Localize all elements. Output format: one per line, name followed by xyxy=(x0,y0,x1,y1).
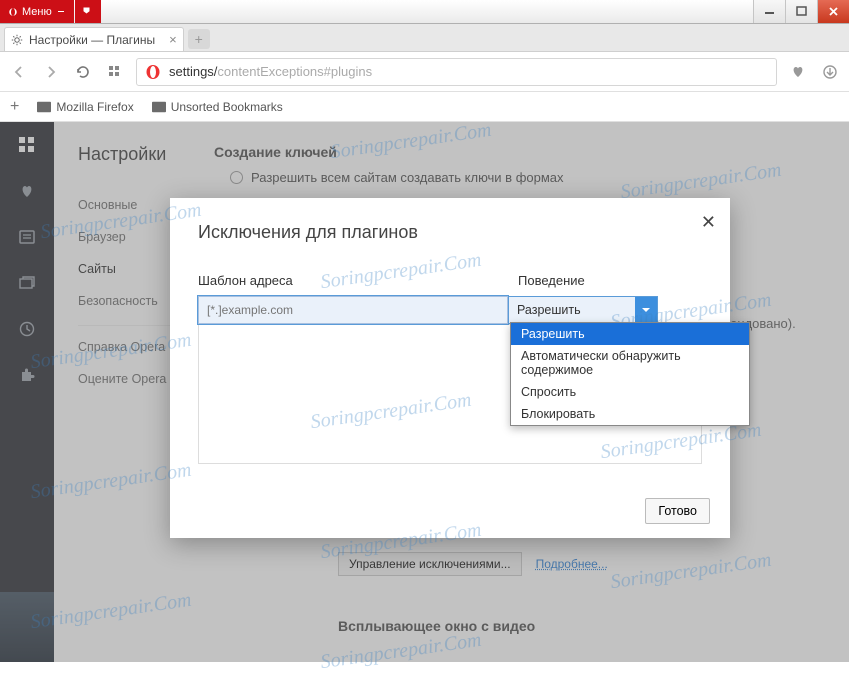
gear-icon xyxy=(11,34,23,46)
minimize-button[interactable] xyxy=(753,0,785,23)
modal-close-button[interactable]: ✕ xyxy=(701,212,716,233)
back-button[interactable] xyxy=(8,61,30,83)
address-text: settings/contentExceptions#plugins xyxy=(169,64,372,79)
address-pattern-label: Шаблон адреса xyxy=(198,273,518,288)
modal-title: Исключения для плагинов xyxy=(198,222,702,243)
new-tab-button[interactable]: + xyxy=(188,29,210,49)
behavior-select[interactable]: Разрешить xyxy=(508,296,658,324)
reload-button[interactable] xyxy=(72,61,94,83)
address-bar[interactable]: settings/contentExceptions#plugins xyxy=(136,58,777,86)
tab-title: Настройки — Плагины xyxy=(29,33,155,47)
opera-icon xyxy=(145,64,161,80)
maximize-button[interactable] xyxy=(785,0,817,23)
close-tab-icon[interactable]: × xyxy=(169,32,177,47)
bookmark-unsorted[interactable]: Unsorted Bookmarks xyxy=(152,100,283,114)
window-titlebar: Меню xyxy=(0,0,849,24)
add-bookmark-button[interactable]: + xyxy=(10,98,19,116)
option-autodetect[interactable]: Автоматически обнаружить содержимое xyxy=(511,345,749,381)
behavior-dropdown: Разрешить Автоматически обнаружить содер… xyxy=(510,322,750,426)
speed-dial-tab[interactable] xyxy=(75,0,101,23)
behavior-label: Поведение xyxy=(518,273,702,288)
tab-settings[interactable]: Настройки — Плагины × xyxy=(4,27,184,51)
forward-button[interactable] xyxy=(40,61,62,83)
menu-button[interactable]: Меню xyxy=(0,0,74,23)
option-block[interactable]: Блокировать xyxy=(511,403,749,425)
bookmarks-bar: + Mozilla Firefox Unsorted Bookmarks xyxy=(0,92,849,122)
address-pattern-input[interactable] xyxy=(198,296,508,324)
bookmark-heart-button[interactable] xyxy=(787,64,809,80)
menu-label: Меню xyxy=(22,6,52,18)
tab-bar: Настройки — Плагины × + xyxy=(0,24,849,52)
chevron-down-icon xyxy=(635,297,657,323)
option-ask[interactable]: Спросить xyxy=(511,381,749,403)
done-button[interactable]: Готово xyxy=(645,498,710,524)
close-window-button[interactable] xyxy=(817,0,849,23)
downloads-button[interactable] xyxy=(819,64,841,80)
start-page-button[interactable] xyxy=(104,61,126,83)
bookmark-mozilla[interactable]: Mozilla Firefox xyxy=(37,100,133,114)
navigation-toolbar: settings/contentExceptions#plugins xyxy=(0,52,849,92)
option-allow[interactable]: Разрешить xyxy=(511,323,749,345)
